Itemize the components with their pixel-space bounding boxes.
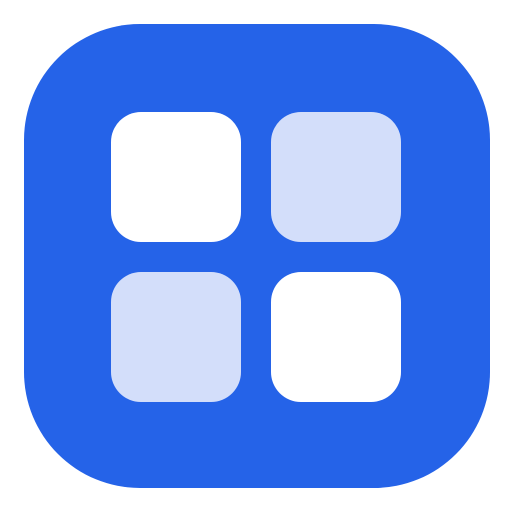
grid-tile-top-left [111, 112, 241, 242]
grid-tile-bottom-left [111, 272, 241, 402]
grid-tile-top-right [271, 112, 401, 242]
canvas [0, 0, 512, 512]
grid-tile-bottom-right [271, 272, 401, 402]
app-grid-icon[interactable] [24, 24, 490, 488]
